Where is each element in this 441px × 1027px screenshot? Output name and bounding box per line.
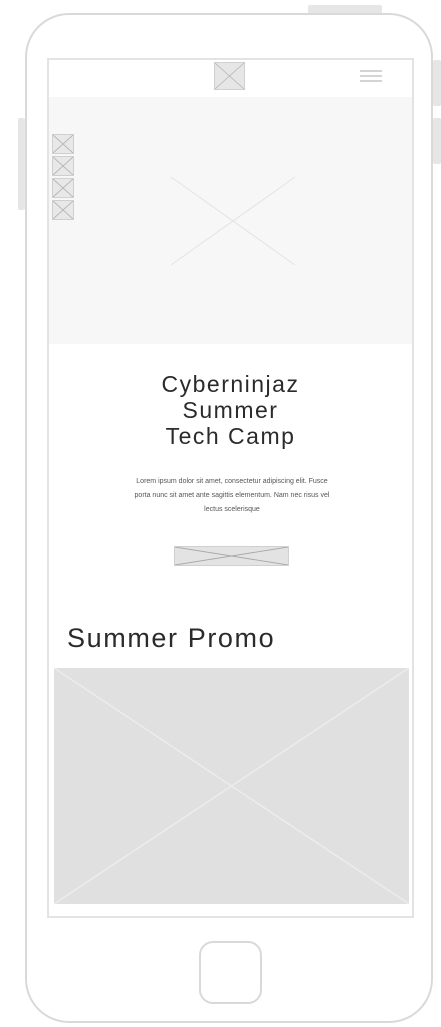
menu-bar [360, 80, 382, 82]
body-text: Lorem ipsum dolor sit amet, consectetur … [134, 478, 330, 513]
image-placeholder-icon [54, 668, 409, 904]
phone-screen: Cyberninjaz Summer Tech Camp Lorem ipsum… [47, 58, 414, 918]
side-button-upper [433, 60, 441, 106]
cta-button[interactable] [174, 546, 289, 566]
social-icon-2[interactable] [52, 156, 74, 176]
button-placeholder-icon [175, 547, 288, 565]
header [49, 60, 412, 97]
promo-image[interactable] [54, 668, 409, 904]
hamburger-menu-icon[interactable] [360, 70, 382, 84]
headline: Cyberninjaz Summer Tech Camp [161, 371, 300, 449]
home-button[interactable] [199, 941, 262, 1004]
logo-placeholder-icon[interactable] [214, 62, 245, 90]
side-button-lower [433, 118, 441, 164]
promo-title: Summer Promo [67, 623, 276, 653]
social-icon-4[interactable] [52, 200, 74, 220]
volume-button [18, 118, 25, 210]
hero-placeholder-image-icon [170, 176, 296, 266]
social-icon-3[interactable] [52, 178, 74, 198]
social-icon-1[interactable] [52, 134, 74, 154]
menu-bar [360, 75, 382, 77]
menu-bar [360, 70, 382, 72]
hero-banner [49, 97, 412, 344]
